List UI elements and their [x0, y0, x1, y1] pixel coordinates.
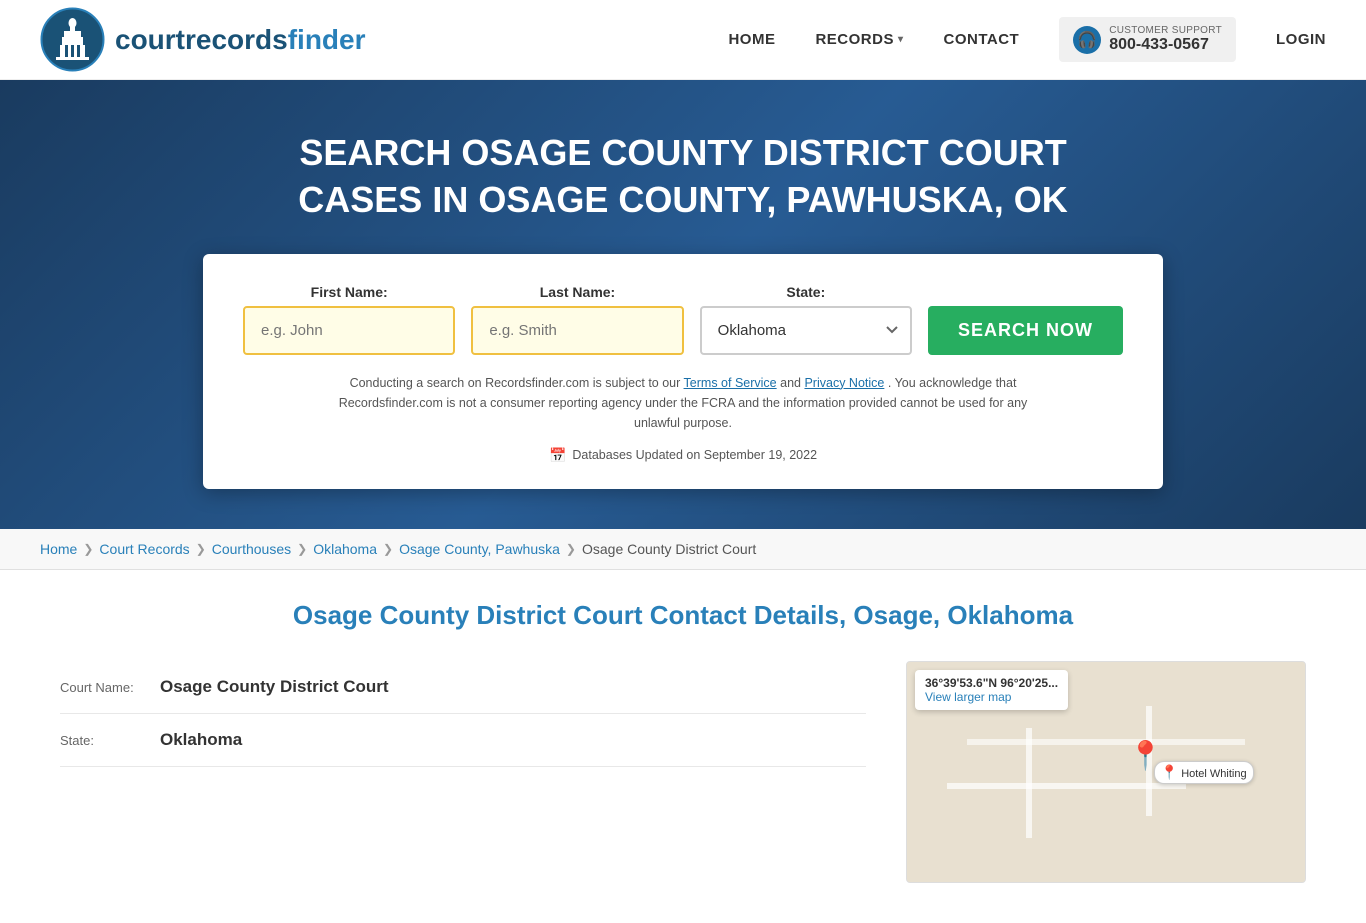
first-name-label: First Name:: [243, 284, 455, 300]
map-larger-link[interactable]: View larger map: [925, 690, 1011, 704]
breadcrumb-bar: Home ❯ Court Records ❯ Courthouses ❯ Okl…: [0, 529, 1366, 570]
hotel-label: 📍Hotel Whiting: [1154, 761, 1254, 784]
map-road-3: [1026, 728, 1032, 838]
main-nav: HOME RECORDS ▾ CONTACT 🎧 CUSTOMER SUPPOR…: [728, 17, 1326, 62]
breadcrumb-home[interactable]: Home: [40, 541, 77, 557]
hero-title: SEARCH OSAGE COUNTY DISTRICT COURT CASES…: [233, 130, 1133, 224]
last-name-input[interactable]: [471, 306, 683, 355]
breadcrumb: Home ❯ Court Records ❯ Courthouses ❯ Okl…: [40, 541, 1326, 557]
breadcrumb-oklahoma[interactable]: Oklahoma: [313, 541, 377, 557]
nav-records[interactable]: RECORDS ▾: [815, 31, 903, 48]
state-label: State:: [700, 284, 912, 300]
breadcrumb-courthouses[interactable]: Courthouses: [212, 541, 291, 557]
nav-home[interactable]: HOME: [728, 31, 775, 48]
hero-content: SEARCH OSAGE COUNTY DISTRICT COURT CASES…: [20, 130, 1346, 489]
section-title: Osage County District Court Contact Deta…: [60, 600, 1306, 631]
search-button[interactable]: SEARCH NOW: [928, 306, 1123, 355]
hero-section: SEARCH OSAGE COUNTY DISTRICT COURT CASES…: [0, 80, 1366, 529]
last-name-group: Last Name:: [471, 284, 683, 355]
breadcrumb-osage-county[interactable]: Osage County, Pawhuska: [399, 541, 560, 557]
search-fields: First Name: Last Name: State: AlabamaAla…: [243, 284, 1123, 355]
details-map-row: Court Name: Osage County District Court …: [60, 661, 1306, 883]
breadcrumb-current: Osage County District Court: [582, 541, 756, 557]
search-box: First Name: Last Name: State: AlabamaAla…: [203, 254, 1163, 489]
terms-link[interactable]: Terms of Service: [684, 376, 777, 390]
headphone-icon: 🎧: [1073, 26, 1101, 54]
support-text: CUSTOMER SUPPORT 800-433-0567: [1109, 25, 1222, 54]
map-coords: 36°39'53.6"N 96°20'25... View larger map: [915, 670, 1068, 710]
nav-contact[interactable]: CONTACT: [944, 31, 1020, 48]
map-section[interactable]: 📍 📍Hotel Whiting 36°39'53.6"N 96°20'25..…: [906, 661, 1306, 883]
search-notice: Conducting a search on Recordsfinder.com…: [333, 373, 1033, 433]
logo-icon: [40, 7, 105, 72]
state-row: State: Oklahoma: [60, 714, 866, 767]
last-name-label: Last Name:: [471, 284, 683, 300]
hotel-pin-icon: 📍: [1161, 764, 1178, 780]
nav-login[interactable]: LOGIN: [1276, 31, 1326, 48]
breadcrumb-sep-5: ❯: [566, 542, 576, 556]
breadcrumb-sep-1: ❯: [83, 542, 93, 556]
chevron-down-icon: ▾: [898, 34, 904, 45]
breadcrumb-sep-3: ❯: [297, 542, 307, 556]
main-content: Osage County District Court Contact Deta…: [0, 570, 1366, 923]
privacy-link[interactable]: Privacy Notice: [804, 376, 884, 390]
breadcrumb-sep-2: ❯: [196, 542, 206, 556]
court-name-label: Court Name:: [60, 680, 150, 695]
calendar-icon: 📅: [549, 447, 566, 464]
first-name-group: First Name:: [243, 284, 455, 355]
court-name-row: Court Name: Osage County District Court: [60, 661, 866, 714]
site-header: courtrecordsfinder HOME RECORDS ▾ CONTAC…: [0, 0, 1366, 80]
breadcrumb-court-records[interactable]: Court Records: [99, 541, 189, 557]
logo-text: courtrecordsfinder: [115, 24, 366, 56]
breadcrumb-sep-4: ❯: [383, 542, 393, 556]
state-detail-label: State:: [60, 733, 150, 748]
support-area[interactable]: 🎧 CUSTOMER SUPPORT 800-433-0567: [1059, 17, 1236, 62]
map-road-2: [967, 739, 1246, 745]
court-name-value: Osage County District Court: [160, 677, 389, 697]
details-section: Court Name: Osage County District Court …: [60, 661, 866, 767]
logo-area[interactable]: courtrecordsfinder: [40, 7, 366, 72]
state-detail-value: Oklahoma: [160, 730, 242, 750]
db-update: 📅 Databases Updated on September 19, 202…: [243, 447, 1123, 464]
state-select[interactable]: AlabamaAlaskaArizonaArkansasCaliforniaCo…: [700, 306, 912, 355]
state-group: State: AlabamaAlaskaArizonaArkansasCalif…: [700, 284, 912, 355]
first-name-input[interactable]: [243, 306, 455, 355]
